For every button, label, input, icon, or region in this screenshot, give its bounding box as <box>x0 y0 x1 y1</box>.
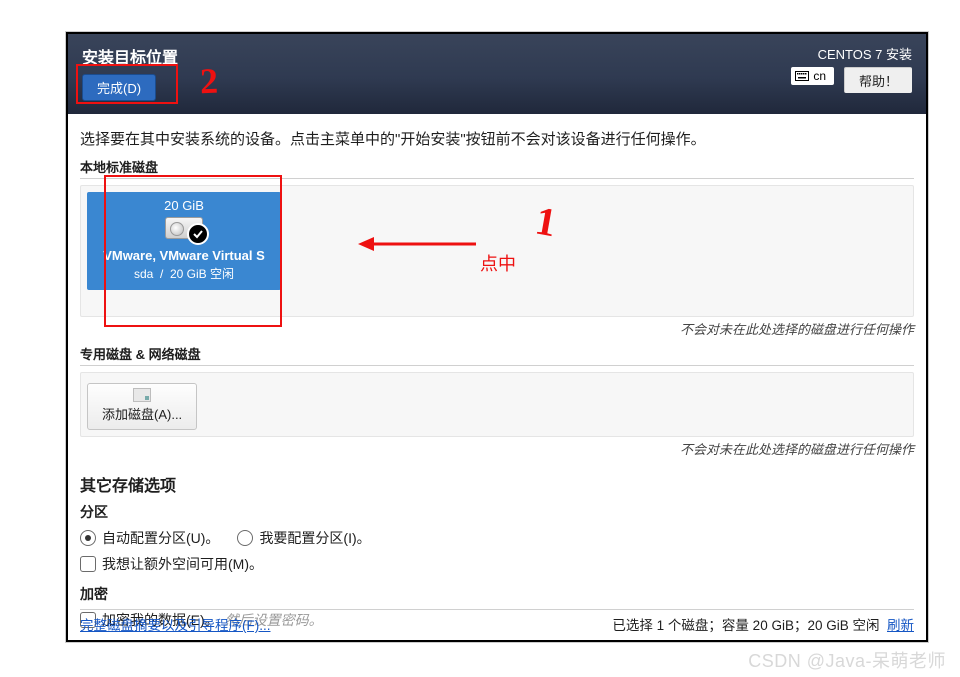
check-badge-icon <box>187 223 209 245</box>
page-title: 安装目标位置 <box>82 44 178 68</box>
disk-item[interactable]: 20 GiB VMware, VMware Virtual S sda / 20… <box>87 192 281 290</box>
selection-status: 已选择 1 个磁盘；容量 20 GiB；20 GiB 空闲 <box>612 618 879 633</box>
keyboard-icon <box>795 71 809 81</box>
refresh-link[interactable]: 刷新 <box>887 618 914 633</box>
checkbox-extra-space-label: 我想让额外空间可用(M)。 <box>102 554 263 574</box>
installer-name: CENTOS 7 安装 <box>791 44 912 63</box>
disk-icon-wrap <box>165 217 203 239</box>
section-local-disks: 本地标准磁盘 <box>80 157 914 179</box>
radio-auto-partition[interactable] <box>80 530 96 546</box>
disk-summary-link[interactable]: 完整磁盘摘要以及引导程序(F)... <box>80 614 271 634</box>
checkbox-extra-space[interactable] <box>80 556 96 572</box>
local-disks-container: 20 GiB VMware, VMware Virtual S sda / 20… <box>80 185 914 317</box>
disk-detail: sda / 20 GiB 空闲 <box>91 265 277 282</box>
note-special: 不会对未在此处选择的磁盘进行任何操作 <box>80 439 914 458</box>
add-disk-button[interactable]: 添加磁盘(A)... <box>87 383 197 430</box>
done-button[interactable]: 完成(D) <box>82 74 156 101</box>
instruction-text: 选择要在其中安装系统的设备。点击主菜单中的"开始安装"按钮前不会对该设备进行任何… <box>80 128 914 149</box>
partition-heading: 分区 <box>80 502 914 522</box>
encrypt-heading: 加密 <box>80 584 914 604</box>
section-special-disks: 专用磁盘 & 网络磁盘 <box>80 344 914 366</box>
watermark: CSDN @Java-呆萌老师 <box>748 647 946 673</box>
help-button[interactable]: 帮助！ <box>844 67 912 93</box>
add-disk-label: 添加磁盘(A)... <box>102 404 182 423</box>
add-disk-icon <box>133 388 151 402</box>
radio-auto-partition-label: 自动配置分区(U)。 <box>102 528 219 548</box>
keyboard-indicator[interactable]: cn <box>791 67 834 85</box>
disk-size: 20 GiB <box>91 198 277 213</box>
keyboard-layout-text: cn <box>813 69 826 83</box>
special-disks-container: 添加磁盘(A)... <box>80 372 914 437</box>
storage-options-heading: 其它存储选项 <box>80 472 914 496</box>
note-local: 不会对未在此处选择的磁盘进行任何操作 <box>80 319 914 338</box>
radio-manual-partition[interactable] <box>237 530 253 546</box>
disk-name: VMware, VMware Virtual S <box>91 248 277 263</box>
radio-manual-partition-label: 我要配置分区(I)。 <box>259 528 370 548</box>
